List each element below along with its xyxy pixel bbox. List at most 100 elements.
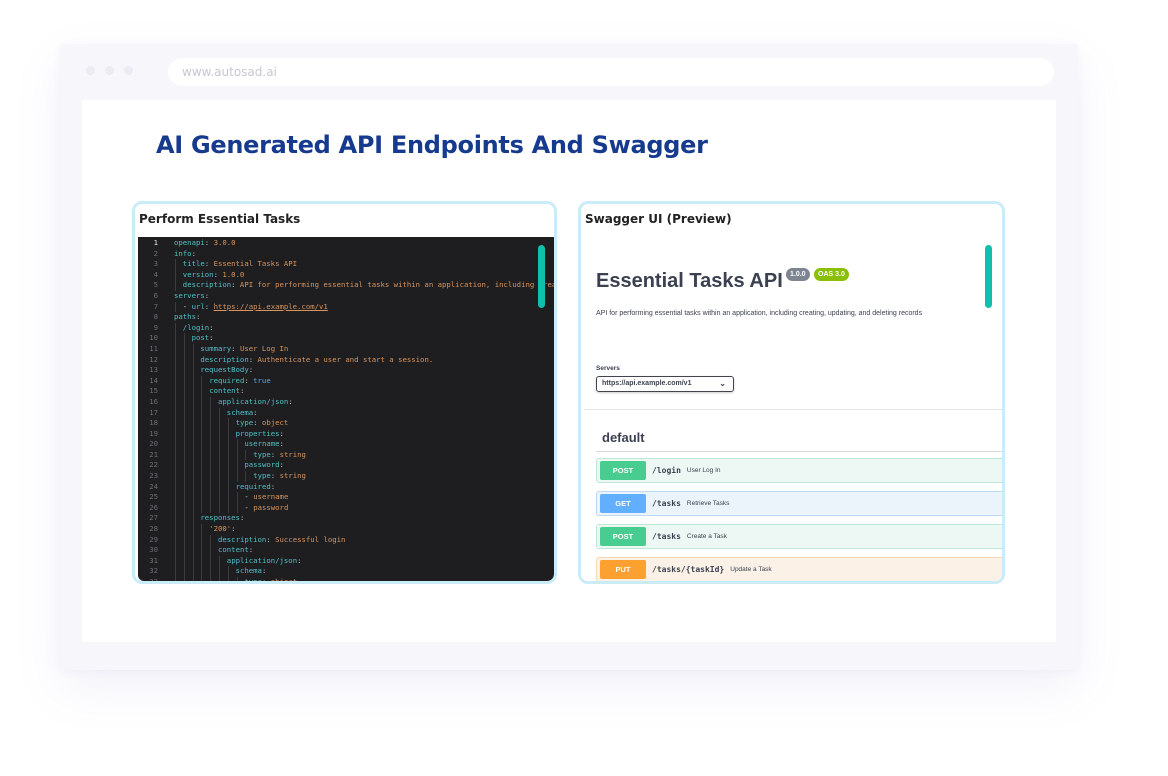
code-line: 10 post: (138, 333, 554, 344)
server-select[interactable]: https://api.example.com/v1 ⌄ (596, 376, 734, 392)
code-token: : (279, 428, 284, 438)
code-text: required: true (162, 375, 271, 387)
code-token: : (195, 312, 201, 322)
line-number: 17 (149, 407, 158, 417)
code-token: summary (200, 343, 232, 353)
code-line: 9/login: (138, 322, 554, 334)
code-token: : (288, 396, 293, 406)
line-number: 2 (153, 248, 158, 258)
code-token: info (174, 248, 192, 258)
code-token: : (253, 418, 262, 428)
code-token: : (297, 555, 302, 565)
swagger-panel-title: Swagger UI (Preview) (585, 212, 732, 226)
code-token: object (271, 577, 297, 581)
code-token: : (231, 343, 240, 353)
code-token: - (182, 301, 192, 311)
editor-panel-title: Perform Essential Tasks (139, 212, 301, 226)
operation-post-login[interactable]: POST /login User Log In (596, 458, 1002, 483)
operation-path: /tasks (652, 499, 681, 508)
line-number: 27 (149, 513, 158, 523)
code-token: schema (235, 566, 262, 576)
line-number: 4 (153, 269, 158, 279)
code-line: 6 servers: (138, 291, 554, 302)
code-token: paths (174, 312, 196, 322)
line-number: 22 (149, 460, 158, 470)
code-text: - password (162, 502, 288, 514)
code-line: 24 required: (138, 481, 554, 493)
line-number: 26 (149, 502, 158, 512)
code-line: 5 description: API for performing essenti… (138, 280, 554, 291)
operation-path: /tasks/{taskId} (652, 565, 725, 574)
code-token: : (253, 407, 258, 417)
code-token: post (191, 333, 210, 343)
servers-label: Servers (596, 365, 620, 372)
line-number: 7 (153, 301, 158, 311)
operation-get-tasks[interactable]: GET /tasks Retrieve Tasks (596, 491, 1002, 516)
editor-scrollbar[interactable] (538, 245, 545, 308)
code-text: content: (162, 386, 244, 397)
code-token: responses (200, 513, 240, 523)
code-token: : (204, 301, 214, 311)
code-token: - (244, 502, 254, 512)
api-title: Essential Tasks API (596, 270, 783, 292)
code-line: 4 version: 1.0.0 (138, 269, 554, 281)
code-token: password (244, 460, 280, 470)
code-line: 13 requestBody: (138, 365, 554, 376)
code-token: : (261, 566, 267, 576)
code-token: title (182, 259, 205, 269)
line-number: 30 (149, 545, 158, 555)
section-title[interactable]: default (602, 430, 645, 445)
code-token: : (231, 524, 236, 534)
close-window-dot[interactable] (86, 66, 95, 75)
code-text: description: Authenticate a user and sta… (162, 354, 433, 366)
code-editor[interactable]: 1 openapi: 3.0.0 2 info: 3 title: Essential T… (138, 237, 554, 581)
line-number: 15 (149, 386, 158, 396)
operation-post-tasks[interactable]: POST /tasks Create a Task (596, 524, 1002, 549)
swagger-scrollbar[interactable] (985, 245, 992, 308)
code-token: : (270, 449, 280, 459)
line-number: 18 (149, 418, 158, 428)
code-line: 30 content: (138, 545, 554, 556)
code-token: type (244, 577, 262, 581)
code-text: type: string (162, 471, 306, 482)
code-text: type: object (162, 418, 288, 429)
code-line: 3 title: Essential Tasks API (138, 259, 554, 270)
code-text: content: (162, 545, 253, 556)
code-line: 21 type: string (138, 449, 554, 461)
code-text: '200': (162, 524, 236, 535)
code-token: openapi (174, 238, 205, 247)
code-text: summary: User Log In (162, 343, 288, 355)
code-text: application/json: (162, 396, 293, 408)
operation-put-task[interactable]: PUT /tasks/{taskId} Update a Task (596, 557, 1002, 581)
address-bar[interactable]: www.autosad.ai (168, 58, 1054, 86)
line-number: 16 (149, 396, 158, 406)
page-title: AI Generated API Endpoints And Swagger (156, 131, 708, 159)
method-badge: GET (600, 494, 646, 513)
code-token: : (266, 534, 276, 544)
method-badge: POST (600, 527, 646, 546)
code-token: type (253, 449, 271, 459)
code-text: info: (162, 249, 196, 260)
code-token: username (253, 492, 289, 502)
line-number: 25 (149, 492, 158, 502)
code-token: : (248, 545, 254, 555)
code-text: type: string (162, 449, 306, 461)
code-line: 32 schema: (138, 566, 554, 577)
code-token: - (244, 492, 254, 502)
code-text: description: API for performing essentia… (162, 280, 554, 291)
line-number: 33 (138, 577, 162, 581)
maximize-window-dot[interactable] (124, 66, 133, 75)
code-token: https://api.example.com/v1 (213, 301, 328, 311)
code-token: 1.0.0 (222, 269, 245, 279)
code-line: 29 description: Successful login (138, 534, 554, 546)
line-number: 28 (149, 524, 158, 534)
code-token: : (244, 375, 254, 385)
swagger-ui: Essential Tasks API 1.0.0 OAS 3.0 API fo… (584, 237, 1002, 581)
code-line: 23 type: string (138, 471, 554, 482)
line-number: 19 (149, 428, 158, 438)
code-line: 14 required: true (138, 375, 554, 387)
code-token: url (191, 301, 205, 311)
code-text: properties: (162, 428, 284, 440)
minimize-window-dot[interactable] (105, 66, 114, 75)
code-line: 8 paths: (138, 312, 554, 323)
